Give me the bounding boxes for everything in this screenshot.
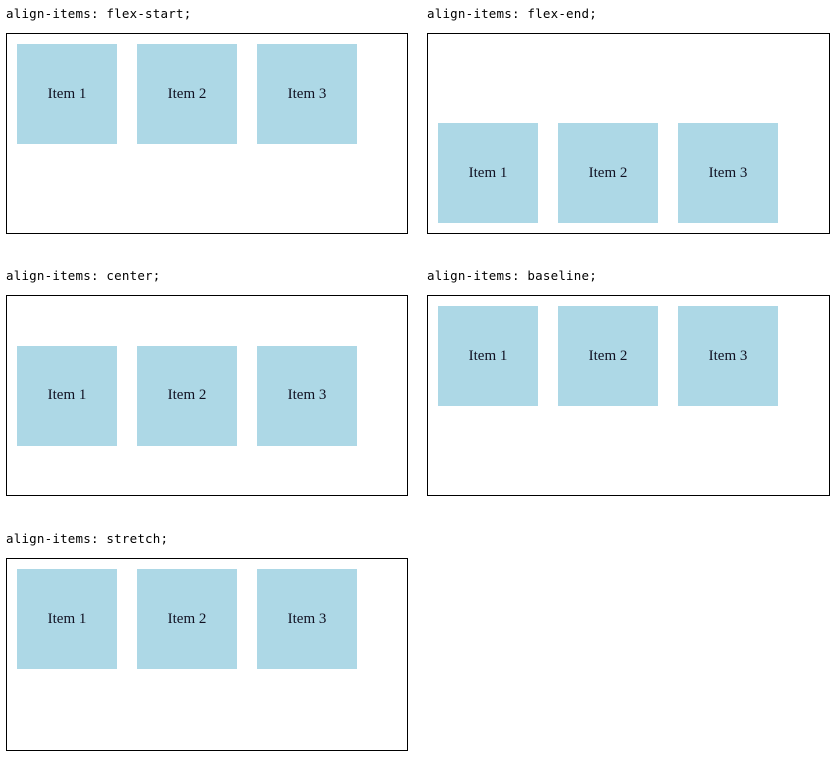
flex-item-label: Item 2 <box>167 85 207 102</box>
flex-item[interactable]: Item 2 <box>558 306 658 406</box>
panels-grid: align-items: flex-start; Item 1 Item 2 I… <box>0 0 836 771</box>
flex-item[interactable]: Item 3 <box>678 123 778 223</box>
panel-flex-start: align-items: flex-start; Item 1 Item 2 I… <box>0 0 421 262</box>
flex-item-label: Item 1 <box>47 85 87 102</box>
panel-title-center: align-items: center; <box>6 268 161 283</box>
flex-item[interactable]: Item 1 <box>438 306 538 406</box>
flex-item[interactable]: Item 1 <box>438 123 538 223</box>
panel-title-flex-end: align-items: flex-end; <box>427 6 597 21</box>
panel-title-flex-start: align-items: flex-start; <box>6 6 192 21</box>
flex-container-stretch: Item 1 Item 2 Item 3 <box>6 558 408 751</box>
flex-item-label: Item 2 <box>167 387 207 403</box>
flex-container-flex-start: Item 1 Item 2 Item 3 <box>6 33 408 234</box>
flex-item-label: Item 3 <box>287 387 327 403</box>
flex-item-label: Item 2 <box>167 610 207 627</box>
flex-container-center: Item 1 Item 2 Item 3 <box>6 295 408 496</box>
flex-item[interactable]: Item 1 <box>17 44 117 144</box>
flex-item-label: Item 1 <box>468 347 508 364</box>
flex-item-label: Item 3 <box>287 610 327 627</box>
panel-title-baseline: align-items: baseline; <box>427 268 597 283</box>
flex-container-baseline: Item 1 Item 2 Item 3 <box>427 295 830 496</box>
flex-item[interactable]: Item 3 <box>257 345 357 446</box>
flex-item[interactable]: Item 3 <box>678 306 778 406</box>
flex-item-label: Item 1 <box>468 164 508 181</box>
panel-center: align-items: center; Item 1 Item 2 Item … <box>0 262 421 525</box>
flex-container-flex-end: Item 1 Item 2 Item 3 <box>427 33 830 234</box>
flex-item[interactable]: Item 2 <box>137 345 237 446</box>
flex-item-label: Item 3 <box>287 85 327 102</box>
flex-item-label: Item 3 <box>708 347 748 364</box>
flex-item-label: Item 2 <box>588 164 628 181</box>
flex-item[interactable]: Item 3 <box>257 44 357 144</box>
align-items-demo-page: align-items: flex-start; Item 1 Item 2 I… <box>0 0 836 771</box>
flex-item-label: Item 2 <box>588 347 628 364</box>
flex-item[interactable]: Item 1 <box>17 345 117 446</box>
panel-stretch: align-items: stretch; Item 1 Item 2 Item… <box>0 525 421 771</box>
flex-item-label: Item 1 <box>47 610 87 627</box>
flex-item[interactable]: Item 2 <box>137 569 237 669</box>
panel-empty-placeholder <box>421 525 836 771</box>
flex-item-label: Item 3 <box>708 164 748 181</box>
flex-item[interactable]: Item 2 <box>558 123 658 223</box>
panel-title-stretch: align-items: stretch; <box>6 531 169 546</box>
panel-baseline: align-items: baseline; Item 1 Item 2 Ite… <box>421 262 836 525</box>
flex-item[interactable]: Item 3 <box>257 569 357 669</box>
flex-item[interactable]: Item 2 <box>137 44 237 144</box>
flex-item-label: Item 1 <box>47 387 87 403</box>
panel-flex-end: align-items: flex-end; Item 1 Item 2 Ite… <box>421 0 836 262</box>
flex-item[interactable]: Item 1 <box>17 569 117 669</box>
